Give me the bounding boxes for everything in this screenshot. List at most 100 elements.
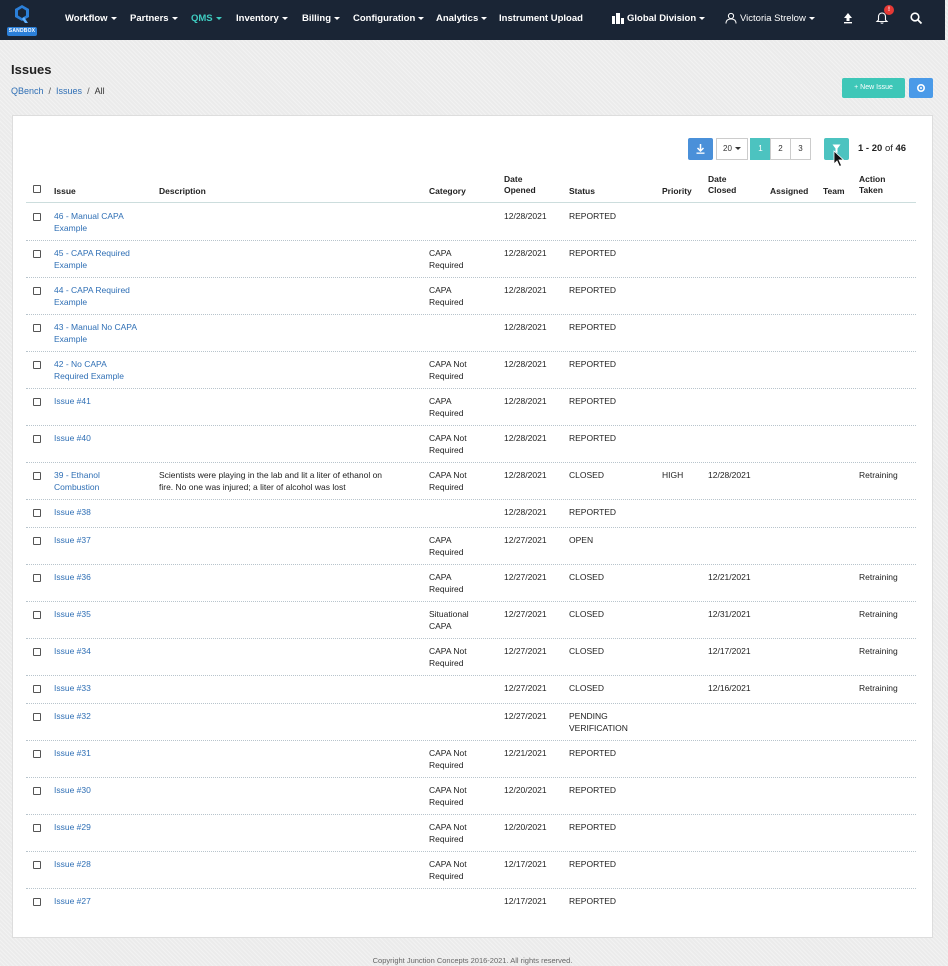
breadcrumb-qbench[interactable]: QBench (11, 86, 44, 96)
header-priority[interactable]: Priority (662, 186, 692, 197)
issue-category-line: CAPA Not (429, 785, 467, 795)
settings-button[interactable] (909, 78, 933, 98)
row-checkbox[interactable] (33, 824, 41, 832)
issue-status-line: REPORTED (569, 859, 617, 869)
issue-link[interactable]: Issue #37 (54, 534, 91, 546)
issue-link[interactable]: Issue #32 (54, 710, 91, 722)
nav-instrument-upload[interactable]: Instrument Upload (499, 0, 583, 40)
row-checkbox[interactable] (33, 398, 41, 406)
page-2-button[interactable]: 2 (770, 138, 791, 160)
issue-link[interactable]: 42 - No CAPA Required Example (54, 358, 124, 382)
header-date-closed[interactable]: Date Closed (708, 174, 736, 196)
date-opened: 12/28/2021 (504, 470, 547, 480)
issue-link[interactable]: Issue #40 (54, 432, 91, 444)
issue-link[interactable]: Issue #28 (54, 858, 91, 870)
nav-partners[interactable]: Partners (130, 0, 178, 40)
new-issue-button[interactable]: + New Issue (842, 78, 905, 98)
issue-link-line: Example (54, 260, 88, 270)
issue-link[interactable]: Issue #35 (54, 608, 91, 620)
caret-down-icon (171, 16, 178, 20)
row-divider (26, 740, 916, 741)
header-team[interactable]: Team (823, 186, 845, 197)
issue-link[interactable]: Issue #38 (54, 506, 91, 518)
issue-description: Scientists were playing in the lab and l… (159, 469, 382, 493)
issue-link[interactable]: Issue #34 (54, 645, 91, 657)
division-selector[interactable]: Global Division (612, 0, 706, 40)
breadcrumb-issues[interactable]: Issues (56, 86, 82, 96)
row-checkbox[interactable] (33, 685, 41, 693)
row-divider (26, 462, 916, 463)
issue-link[interactable]: Issue #29 (54, 821, 91, 833)
issue-link-line: Issue #41 (54, 396, 91, 406)
issue-link[interactable]: Issue #36 (54, 571, 91, 583)
row-checkbox[interactable] (33, 287, 41, 295)
nav-workflow[interactable]: Workflow (65, 0, 117, 40)
issue-status: REPORTED (569, 321, 616, 333)
issue-link[interactable]: Issue #27 (54, 895, 91, 907)
row-checkbox[interactable] (33, 861, 41, 869)
issue-link[interactable]: 43 - Manual No CAPA Example (54, 321, 137, 345)
issue-status-line: REPORTED (569, 748, 617, 758)
row-checkbox[interactable] (33, 213, 41, 221)
issue-status-line: REPORTED (569, 507, 617, 517)
page-3-button[interactable]: 3 (790, 138, 811, 160)
row-checkbox[interactable] (33, 611, 41, 619)
issue-link-line: Issue #36 (54, 572, 91, 582)
row-checkbox[interactable] (33, 472, 41, 480)
issue-link[interactable]: Issue #41 (54, 395, 91, 407)
issue-link[interactable]: Issue #33 (54, 682, 91, 694)
issue-link[interactable]: 39 - Ethanol Combustion (54, 469, 100, 493)
header-category[interactable]: Category (429, 186, 466, 197)
row-checkbox[interactable] (33, 537, 41, 545)
page-size-select[interactable]: 20 (716, 138, 748, 160)
copyright: Copyright Junction Concepts 2016-2021. A… (372, 956, 573, 965)
row-checkbox[interactable] (33, 898, 41, 906)
search-icon[interactable] (909, 11, 923, 25)
range-total: 46 (895, 143, 907, 154)
row-checkbox[interactable] (33, 574, 41, 582)
issue-category-line: CAPA (429, 396, 452, 406)
date-opened: 12/27/2021 (504, 646, 547, 656)
row-checkbox[interactable] (33, 713, 41, 721)
row-checkbox[interactable] (33, 509, 41, 517)
header-date-opened[interactable]: Date Opened (504, 174, 536, 196)
issue-link-line: Issue #37 (54, 535, 91, 545)
nav-configuration[interactable]: Configuration (353, 0, 425, 40)
header-assigned[interactable]: Assigned (770, 186, 808, 197)
issue-link[interactable]: 45 - CAPA Required Example (54, 247, 130, 271)
row-checkbox[interactable] (33, 435, 41, 443)
row-checkbox[interactable] (33, 750, 41, 758)
issue-link-line: Required Example (54, 371, 124, 381)
issue-link[interactable]: Issue #30 (54, 784, 91, 796)
header-description[interactable]: Description (159, 186, 206, 197)
row-divider (26, 527, 916, 528)
issue-link[interactable]: Issue #31 (54, 747, 91, 759)
issue-link[interactable]: 44 - CAPA Required Example (54, 284, 130, 308)
download-button[interactable] (688, 138, 713, 160)
row-checkbox[interactable] (33, 361, 41, 369)
row-checkbox[interactable] (33, 324, 41, 332)
issue-category-line: Required (429, 871, 464, 881)
header-action-line1: Action (859, 174, 886, 184)
issue-link[interactable]: 46 - Manual CAPA Example (54, 210, 124, 234)
qbench-logo[interactable]: SANDBOX (7, 3, 37, 37)
nav-inventory[interactable]: Inventory (236, 0, 288, 40)
user-menu[interactable]: Victoria Strelow (725, 0, 815, 40)
issue-status: REPORTED (569, 821, 616, 833)
issue-link-line: Issue #35 (54, 609, 91, 619)
select-all-checkbox[interactable] (33, 185, 41, 193)
nav-billing[interactable]: Billing (302, 0, 341, 40)
page-1-button[interactable]: 1 (750, 138, 771, 160)
nav-analytics[interactable]: Analytics (436, 0, 488, 40)
header-status[interactable]: Status (569, 186, 595, 197)
row-checkbox[interactable] (33, 648, 41, 656)
issue-status: PENDING VERIFICATION (569, 710, 628, 734)
header-issue[interactable]: Issue (54, 186, 76, 197)
caret-down-icon (734, 147, 741, 151)
date-opened: 12/27/2021 (504, 711, 547, 721)
row-checkbox[interactable] (33, 787, 41, 795)
row-checkbox[interactable] (33, 250, 41, 258)
nav-qms[interactable]: QMS (191, 0, 222, 40)
header-action-taken[interactable]: Action Taken (859, 174, 885, 196)
upload-icon[interactable] (841, 11, 855, 25)
